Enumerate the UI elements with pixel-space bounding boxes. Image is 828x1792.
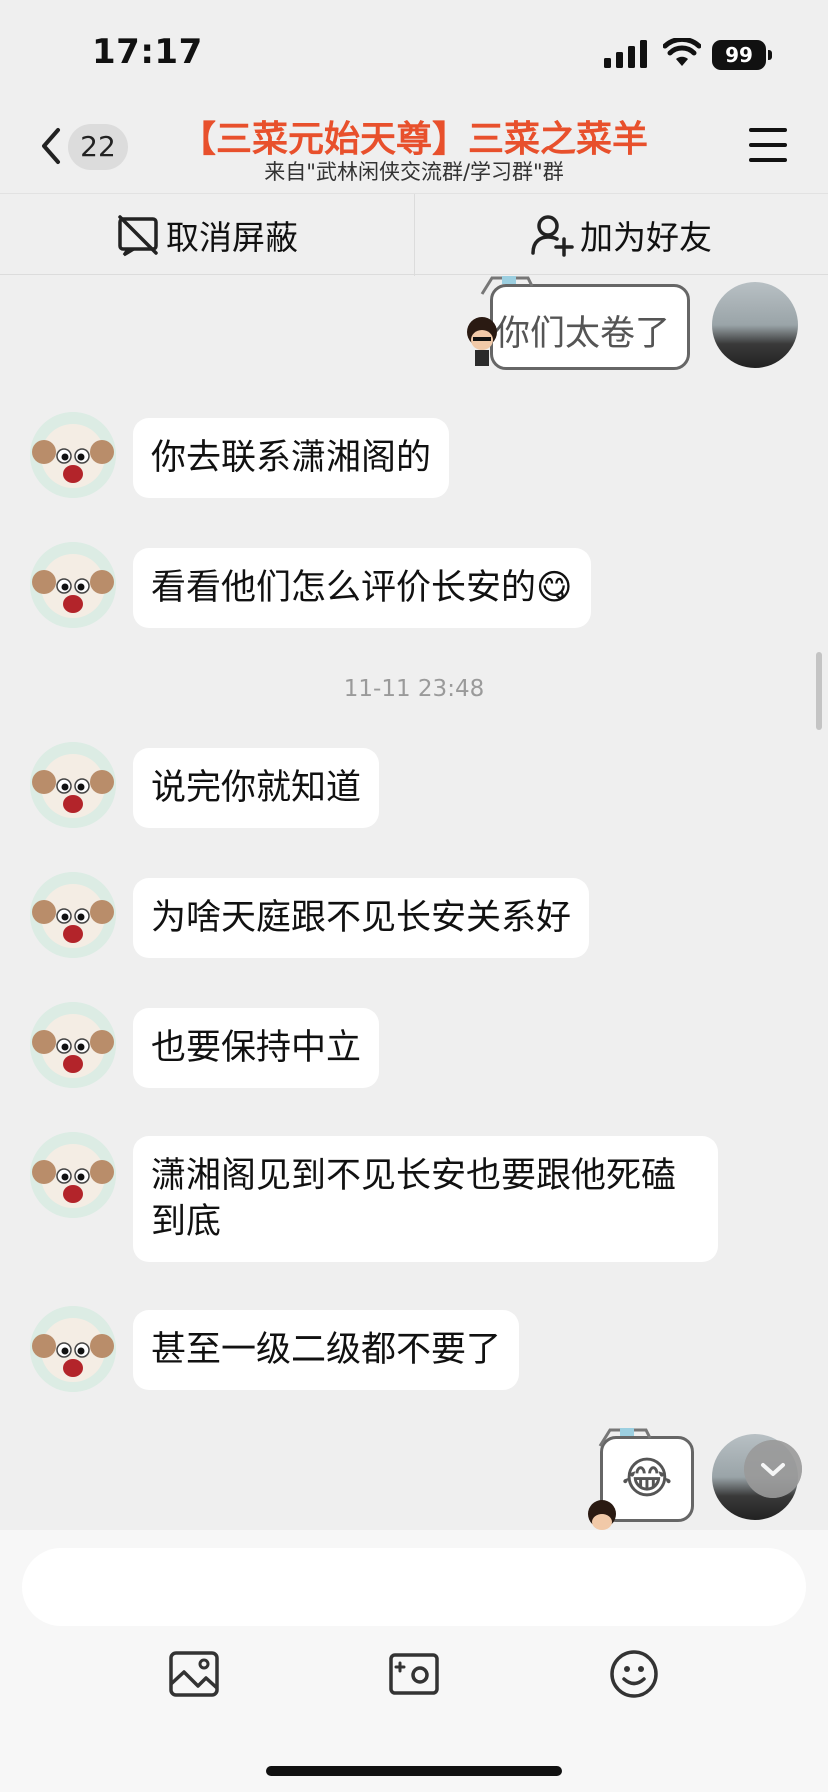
signal-icon [604, 40, 647, 68]
sender-avatar[interactable] [30, 412, 116, 498]
message-text: 说完你就知道 [151, 768, 362, 808]
scroll-to-bottom-button[interactable] [744, 1440, 802, 1498]
message-bubble[interactable]: 说完你就知道 [133, 748, 380, 828]
message-bubble[interactable]: 甚至一级二级都不要了 [133, 1310, 520, 1390]
bubble-frame-decoration [598, 1428, 652, 1447]
message-bubble[interactable]: 潇湘阁见到不见长安也要跟他死磕到底 [133, 1136, 718, 1262]
battery-level: 99 [712, 40, 766, 70]
bubble-character-decoration [467, 317, 497, 366]
home-indicator [266, 1766, 562, 1776]
message-text: 甚至一级二级都不要了 [151, 1330, 502, 1370]
sender-avatar[interactable] [30, 1306, 116, 1392]
yum-emoji-icon: 😋 [536, 568, 573, 608]
unread-count-badge[interactable]: 22 [68, 124, 128, 170]
battery-icon: 99 [712, 40, 772, 70]
bubble-frame-decoration [480, 276, 534, 295]
sender-avatar[interactable] [30, 872, 116, 958]
chevron-left-icon[interactable] [36, 126, 66, 166]
sender-avatar[interactable] [30, 1002, 116, 1088]
message-text: 潇湘阁见到不见长安也要跟他死磕到底 [151, 1156, 677, 1242]
message-text: 为啥天庭跟不见长安关系好 [151, 898, 572, 938]
message-text: 也要保持中立 [151, 1028, 362, 1068]
message-text: 你们太卷了 [495, 314, 671, 354]
emoji-icon[interactable] [608, 1648, 660, 1700]
add-friend-label: 加为好友 [580, 218, 712, 257]
sender-avatar[interactable] [30, 742, 116, 828]
message-timestamp: 11-11 23:48 [343, 676, 485, 702]
unblock-icon [118, 215, 158, 257]
scrollbar[interactable] [816, 652, 822, 730]
add-friend-button[interactable]: 加为好友 [414, 194, 828, 276]
unblock-button[interactable]: 取消屏蔽 [0, 194, 414, 276]
message-bubble[interactable]: 你去联系潇湘阁的 [133, 418, 450, 498]
wifi-icon [663, 38, 701, 66]
hamburger-menu-icon[interactable] [749, 128, 789, 164]
message-text: 你去联系潇湘阁的 [151, 438, 432, 478]
message-text: 看看他们怎么评价长安的 [151, 568, 537, 608]
self-avatar[interactable] [712, 282, 798, 368]
laugh-cry-emoji-icon: 😂 [621, 1453, 673, 1504]
chat-title: 【三菜元始天尊】三菜之菜羊 [179, 119, 648, 160]
unblock-label: 取消屏蔽 [166, 218, 298, 257]
message-bubble[interactable]: 也要保持中立 [133, 1008, 380, 1088]
chat-subtitle: 来自"武林闲侠交流群/学习群"群 [264, 160, 564, 184]
chat-header: 22 【三菜元始天尊】三菜之菜羊 来自"武林闲侠交流群/学习群"群 [0, 100, 828, 192]
message-input[interactable] [22, 1548, 806, 1626]
status-time: 17:17 [92, 32, 203, 72]
input-area [0, 1530, 828, 1792]
camera-icon[interactable] [388, 1648, 440, 1700]
action-bar: 取消屏蔽 加为好友 [0, 193, 828, 276]
bubble-character-decoration [588, 1500, 616, 1530]
sender-avatar[interactable] [30, 542, 116, 628]
message-bubble[interactable]: 看看他们怎么评价长安的😋 [133, 548, 591, 628]
status-bar: 17:17 99 [0, 0, 828, 100]
add-user-icon [531, 215, 574, 257]
self-message-bubble[interactable]: 你们太卷了 [490, 284, 690, 370]
image-icon[interactable] [168, 1648, 220, 1700]
sender-avatar[interactable] [30, 1132, 116, 1218]
message-bubble[interactable]: 为啥天庭跟不见长安关系好 [133, 878, 590, 958]
